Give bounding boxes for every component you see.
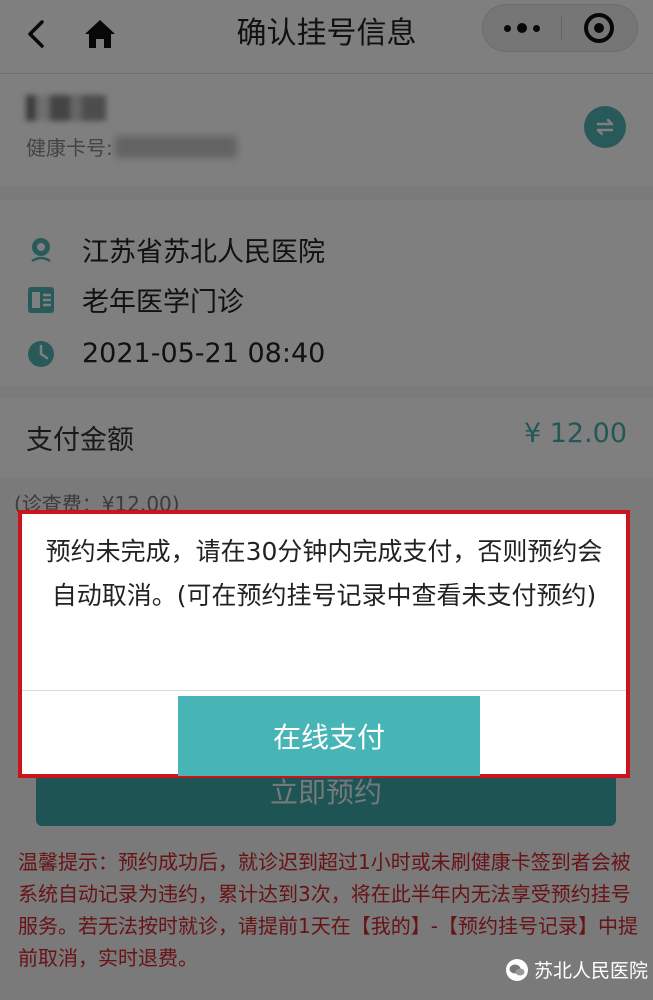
payment-reminder-dialog: 预约未完成，请在30分钟内完成支付，否则预约会自动取消。(可在预约挂号记录中查看…: [18, 510, 630, 778]
wechat-icon: [506, 958, 528, 981]
dialog-message: 预约未完成，请在30分钟内完成支付，否则预约会自动取消。(可在预约挂号记录中查看…: [45, 537, 603, 610]
modal-overlay: [0, 0, 653, 1000]
online-pay-button[interactable]: 在线支付: [178, 696, 480, 776]
dialog-divider: [22, 690, 626, 691]
watermark: 苏北人民医院: [506, 956, 648, 983]
watermark-text: 苏北人民医院: [534, 960, 649, 982]
